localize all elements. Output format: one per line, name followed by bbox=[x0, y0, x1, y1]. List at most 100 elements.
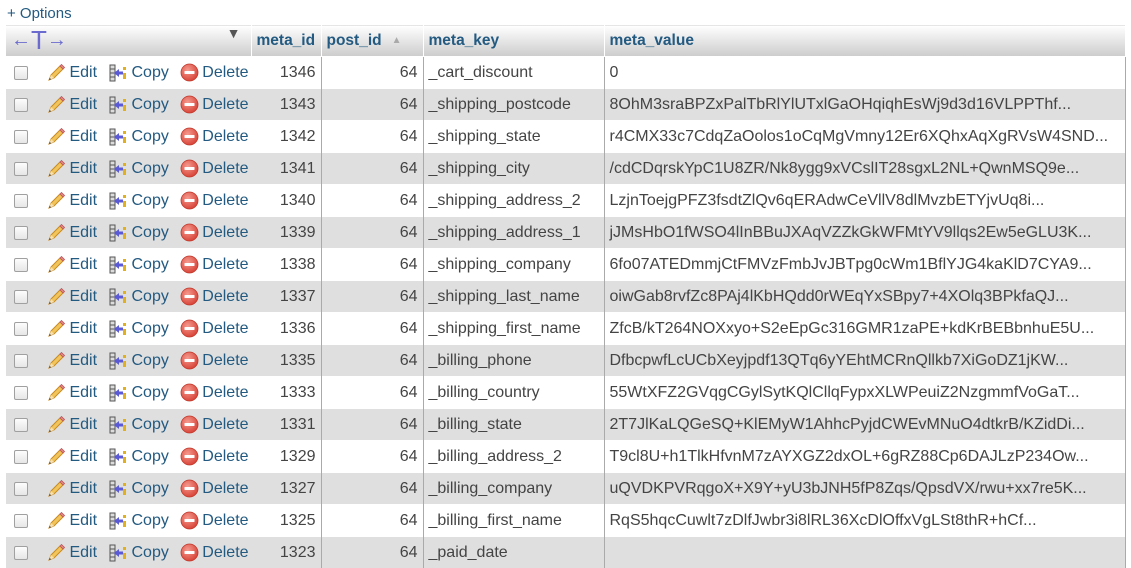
row-checkbox[interactable] bbox=[14, 386, 28, 400]
delete-button[interactable]: Delete bbox=[180, 543, 248, 562]
meta-value-cell[interactable] bbox=[604, 537, 1125, 568]
row-checkbox[interactable] bbox=[14, 322, 28, 336]
post-id-cell[interactable]: 64 bbox=[321, 217, 423, 249]
edit-button[interactable]: Edit bbox=[46, 192, 97, 210]
post-id-cell[interactable]: 64 bbox=[321, 249, 423, 281]
column-header-meta-key[interactable]: meta_key bbox=[423, 25, 604, 57]
meta-id-cell[interactable]: 1329 bbox=[251, 441, 321, 473]
meta-key-cell[interactable]: _paid_date bbox=[423, 537, 604, 568]
meta-key-cell[interactable]: _shipping_state bbox=[423, 121, 604, 153]
copy-button[interactable]: Copy bbox=[108, 416, 168, 434]
edit-button[interactable]: Edit bbox=[46, 160, 97, 178]
delete-button[interactable]: Delete bbox=[180, 351, 248, 370]
column-header-meta-value[interactable]: meta_value bbox=[604, 25, 1125, 57]
post-id-cell[interactable]: 64 bbox=[321, 345, 423, 377]
meta-value-cell[interactable]: RqS5hqcCuwlt7zDlfJwbr3i8lRL36XcDlOffxVgL… bbox=[604, 505, 1125, 537]
edit-button[interactable]: Edit bbox=[46, 128, 97, 146]
post-id-cell[interactable]: 64 bbox=[321, 441, 423, 473]
edit-button[interactable]: Edit bbox=[46, 288, 97, 306]
row-checkbox[interactable] bbox=[14, 98, 28, 112]
meta-value-cell[interactable]: /cdCDqrskYpC1U8ZR/Nk8ygg9xVCslIT28sgxL2N… bbox=[604, 153, 1125, 185]
dropdown-caret-icon[interactable]: ▼ bbox=[227, 25, 241, 41]
delete-button[interactable]: Delete bbox=[180, 127, 248, 146]
delete-button[interactable]: Delete bbox=[180, 383, 248, 402]
delete-button[interactable]: Delete bbox=[180, 415, 248, 434]
copy-button[interactable]: Copy bbox=[108, 544, 168, 562]
meta-key-cell[interactable]: _shipping_address_2 bbox=[423, 185, 604, 217]
meta-key-cell[interactable]: _shipping_first_name bbox=[423, 313, 604, 345]
post-id-cell[interactable]: 64 bbox=[321, 377, 423, 409]
meta-value-cell[interactable]: 6fo07ATEDmmjCtFMVzFmbJvJBTpg0cWm1BflYJG4… bbox=[604, 249, 1125, 281]
meta-id-cell[interactable]: 1340 bbox=[251, 185, 321, 217]
meta-value-cell[interactable]: 0 bbox=[604, 57, 1125, 89]
copy-button[interactable]: Copy bbox=[108, 64, 168, 82]
row-checkbox[interactable] bbox=[14, 162, 28, 176]
copy-button[interactable]: Copy bbox=[108, 480, 168, 498]
post-id-cell[interactable]: 64 bbox=[321, 281, 423, 313]
edit-button[interactable]: Edit bbox=[46, 480, 97, 498]
meta-id-cell[interactable]: 1343 bbox=[251, 89, 321, 121]
row-checkbox[interactable] bbox=[14, 66, 28, 80]
copy-button[interactable]: Copy bbox=[108, 352, 168, 370]
meta-id-cell[interactable]: 1338 bbox=[251, 249, 321, 281]
copy-button[interactable]: Copy bbox=[108, 288, 168, 306]
post-id-cell[interactable]: 64 bbox=[321, 473, 423, 505]
row-checkbox[interactable] bbox=[14, 354, 28, 368]
delete-button[interactable]: Delete bbox=[180, 159, 248, 178]
post-id-cell[interactable]: 64 bbox=[321, 89, 423, 121]
edit-button[interactable]: Edit bbox=[46, 224, 97, 242]
meta-value-cell[interactable]: ZfcB/kT264NOXxyo+S2eEpGc316GMR1zaPE+kdKr… bbox=[604, 313, 1125, 345]
meta-id-cell[interactable]: 1346 bbox=[251, 57, 321, 89]
meta-id-cell[interactable]: 1341 bbox=[251, 153, 321, 185]
meta-id-cell[interactable]: 1331 bbox=[251, 409, 321, 441]
delete-button[interactable]: Delete bbox=[180, 319, 248, 338]
meta-value-cell[interactable]: jJMsHbO1fWSO4lInBBuJXAqVZZkGkWFMtYV9llqs… bbox=[604, 217, 1125, 249]
edit-button[interactable]: Edit bbox=[46, 448, 97, 466]
meta-value-cell[interactable]: r4CMX33c7CdqZaOolos1oCqMgVmny12Er6XQhxAq… bbox=[604, 121, 1125, 153]
edit-button[interactable]: Edit bbox=[46, 352, 97, 370]
delete-button[interactable]: Delete bbox=[180, 223, 248, 242]
copy-button[interactable]: Copy bbox=[108, 512, 168, 530]
meta-key-cell[interactable]: _billing_phone bbox=[423, 345, 604, 377]
edit-button[interactable]: Edit bbox=[46, 64, 97, 82]
post-id-cell[interactable]: 64 bbox=[321, 409, 423, 441]
meta-key-cell[interactable]: _billing_company bbox=[423, 473, 604, 505]
post-id-cell[interactable]: 64 bbox=[321, 537, 423, 568]
copy-button[interactable]: Copy bbox=[108, 448, 168, 466]
left-right-arrows-icon[interactable]: ←T→ bbox=[11, 25, 65, 56]
meta-value-cell[interactable]: LzjnToejgPFZ3fsdtZlQv6qERAdwCeVllV8dlMvz… bbox=[604, 185, 1125, 217]
delete-button[interactable]: Delete bbox=[180, 447, 248, 466]
edit-button[interactable]: Edit bbox=[46, 544, 97, 562]
copy-button[interactable]: Copy bbox=[108, 224, 168, 242]
meta-key-cell[interactable]: _billing_address_2 bbox=[423, 441, 604, 473]
row-checkbox[interactable] bbox=[14, 290, 28, 304]
row-checkbox[interactable] bbox=[14, 514, 28, 528]
meta-key-cell[interactable]: _shipping_city bbox=[423, 153, 604, 185]
meta-id-cell[interactable]: 1337 bbox=[251, 281, 321, 313]
delete-button[interactable]: Delete bbox=[180, 191, 248, 210]
edit-button[interactable]: Edit bbox=[46, 512, 97, 530]
meta-id-cell[interactable]: 1335 bbox=[251, 345, 321, 377]
post-id-cell[interactable]: 64 bbox=[321, 185, 423, 217]
edit-button[interactable]: Edit bbox=[46, 320, 97, 338]
post-id-cell[interactable]: 64 bbox=[321, 505, 423, 537]
meta-key-cell[interactable]: _billing_country bbox=[423, 377, 604, 409]
meta-id-cell[interactable]: 1333 bbox=[251, 377, 321, 409]
row-checkbox[interactable] bbox=[14, 226, 28, 240]
row-checkbox[interactable] bbox=[14, 258, 28, 272]
meta-key-cell[interactable]: _shipping_postcode bbox=[423, 89, 604, 121]
meta-value-cell[interactable]: 55WtXFZ2GVqgCGylSytKQlCllqFypxXLWPeuiZ2N… bbox=[604, 377, 1125, 409]
meta-id-cell[interactable]: 1323 bbox=[251, 537, 321, 568]
copy-button[interactable]: Copy bbox=[108, 96, 168, 114]
options-toggle-link[interactable]: + Options bbox=[7, 5, 72, 22]
copy-button[interactable]: Copy bbox=[108, 384, 168, 402]
meta-value-cell[interactable]: 2T7JlKaLQGeSQ+KlEMyW1AhhcPyjdCWEvMNuO4dt… bbox=[604, 409, 1125, 441]
row-checkbox[interactable] bbox=[14, 450, 28, 464]
meta-key-cell[interactable]: _billing_state bbox=[423, 409, 604, 441]
delete-button[interactable]: Delete bbox=[180, 63, 248, 82]
post-id-cell[interactable]: 64 bbox=[321, 313, 423, 345]
copy-button[interactable]: Copy bbox=[108, 320, 168, 338]
copy-button[interactable]: Copy bbox=[108, 256, 168, 274]
post-id-cell[interactable]: 64 bbox=[321, 57, 423, 89]
row-checkbox[interactable] bbox=[14, 130, 28, 144]
